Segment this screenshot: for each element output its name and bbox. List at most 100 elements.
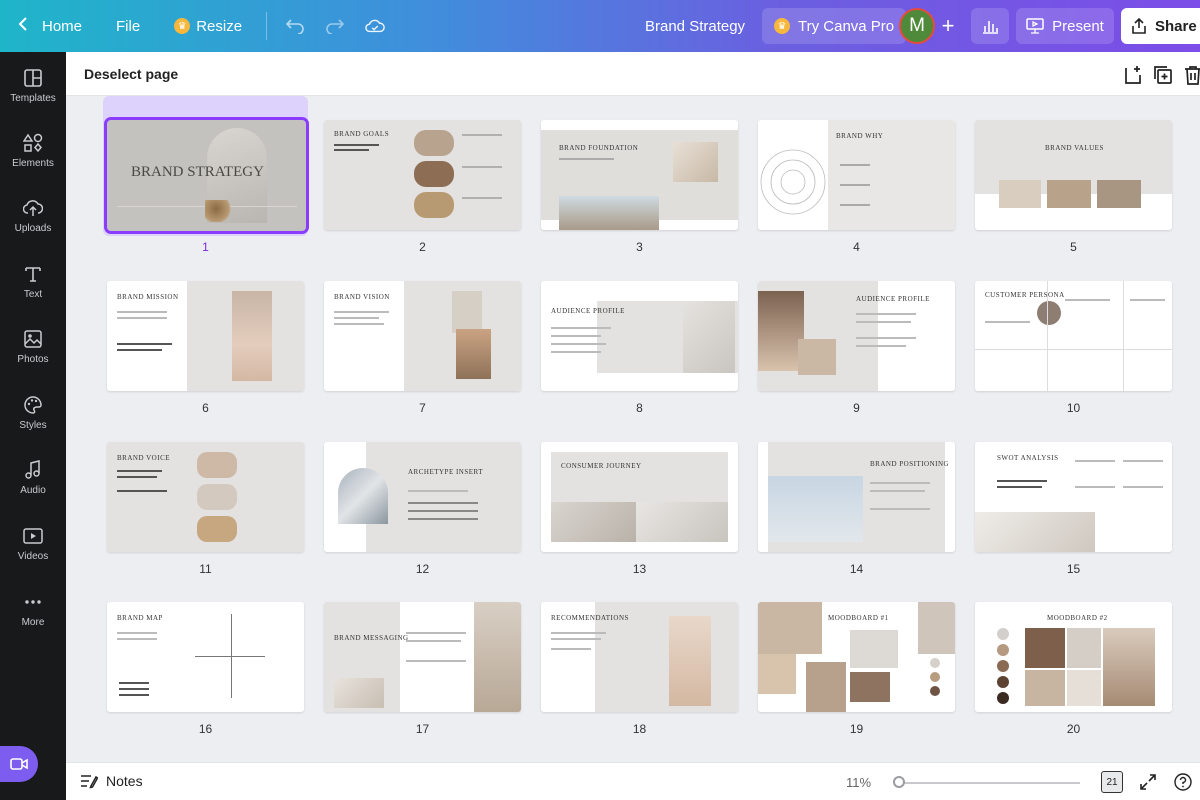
page-thumbnail-11[interactable]: BRAND VOICE 11 [103,418,308,576]
page-title: BRAND FOUNDATION [559,144,639,152]
redo-icon [326,19,345,34]
page-thumbnail-9[interactable]: AUDIENCE PROFILE 9 [754,257,959,415]
home-button[interactable]: Home [0,0,92,52]
audio-icon [25,460,40,479]
page-thumbnail-10[interactable]: CUSTOMER PERSONA 10 [971,257,1176,415]
page-thumbnail-17[interactable]: BRAND MESSAGING 17 [320,578,525,736]
page-thumbnail-6[interactable]: BRAND MISSION 6 [103,257,308,415]
page-number: 15 [1066,562,1081,576]
file-menu[interactable]: File [106,0,150,52]
page-preview: SWOT ANALYSIS [975,442,1172,552]
sidebar-item-label: Styles [19,420,47,431]
page-thumbnail-4[interactable]: BRAND WHY 4 [754,96,959,254]
redo-button[interactable] [315,0,355,52]
page-title: BRAND STRATEGY [131,164,264,180]
page-title: BRAND POSITIONING [870,460,950,468]
deselect-page-button[interactable]: Deselect page [84,66,178,82]
sidebar-item-audio[interactable]: Audio [0,460,66,496]
zoom-slider-handle[interactable] [893,776,905,788]
page-title: RECOMMENDATIONS [551,614,629,622]
sidebar-item-more[interactable]: More [0,592,66,628]
record-video-button[interactable] [0,746,38,782]
delete-page-icon[interactable] [1182,64,1200,86]
page-number: 10 [1066,401,1081,415]
page-thumbnail-16[interactable]: BRAND MAP 16 [103,578,308,736]
help-icon[interactable] [1174,773,1192,791]
resize-button[interactable]: ♛ Resize [164,0,252,52]
sidebar-item-uploads[interactable]: Uploads [0,198,66,234]
page-thumbnail-13[interactable]: CONSUMER JOURNEY 13 [537,418,742,576]
add-page-icon[interactable] [1122,64,1144,86]
page-title: CONSUMER JOURNEY [561,462,642,470]
page-preview: BRAND POSITIONING [758,442,955,552]
page-preview: AUDIENCE PROFILE [758,281,955,391]
video-camera-icon [10,758,28,770]
page-number: 19 [849,722,864,736]
page-preview: BRAND VOICE [107,442,304,552]
try-pro-label: Try Canva Pro [798,17,895,35]
sidebar-item-videos[interactable]: Videos [0,526,66,562]
chevron-left-icon [18,17,28,35]
sidebar-item-label: Videos [17,551,49,562]
page-thumbnail-5[interactable]: BRAND VALUES 5 [971,96,1176,254]
notes-icon [81,775,98,789]
document-title[interactable]: Brand Strategy [645,0,745,52]
page-title: ARCHETYPE INSERT [408,468,484,476]
cloud-check-icon [365,19,385,33]
zoom-slider-track[interactable] [898,782,1080,784]
page-thumbnail-15[interactable]: SWOT ANALYSIS 15 [971,418,1176,576]
page-title: BRAND MESSAGING [334,634,409,642]
cloud-saved-button[interactable] [355,0,395,52]
page-thumbnail-2[interactable]: BRAND GOALS 2 [320,96,525,254]
page-preview: BRAND FOUNDATION [541,120,738,230]
undo-icon [285,19,304,34]
page-thumbnail-19[interactable]: MOODBOARD #1 19 [754,578,959,736]
add-collaborator-button[interactable]: + [934,12,962,40]
page-title: BRAND MISSION [117,293,179,301]
page-thumbnail-20[interactable]: MOODBOARD #2 20 [971,578,1176,736]
page-grid: BRAND STRATEGY 1 BRAND GOALS 2 BRAND FOU… [66,96,1200,762]
insights-button[interactable] [971,8,1009,44]
page-preview: CONSUMER JOURNEY [541,442,738,552]
page-thumbnail-1[interactable]: BRAND STRATEGY 1 [103,96,309,254]
duplicate-page-icon[interactable] [1152,64,1174,86]
undo-button[interactable] [275,0,315,52]
sidebar-item-styles[interactable]: Styles [0,395,66,431]
page-preview: BRAND MAP [107,602,304,712]
page-number: 12 [415,562,430,576]
page-title: CUSTOMER PERSONA [985,291,1065,299]
notes-button[interactable]: Notes [80,773,143,789]
page-number: 2 [419,240,426,254]
page-preview: ARCHETYPE INSERT [324,442,521,552]
page-preview: BRAND GOALS [324,120,521,230]
fullscreen-icon[interactable] [1139,773,1157,791]
try-pro-button[interactable]: ♛ Try Canva Pro [762,8,907,44]
page-thumbnail-7[interactable]: BRAND VISION 7 [320,257,525,415]
page-thumbnail-18[interactable]: RECOMMENDATIONS 18 [537,578,742,736]
page-thumbnail-14[interactable]: BRAND POSITIONING 14 [754,418,959,576]
zoom-level[interactable]: 11% [846,775,871,790]
page-number: 11 [199,562,212,576]
sidebar-item-photos[interactable]: Photos [0,329,66,365]
sidebar-item-elements[interactable]: Elements [0,133,66,169]
plus-icon: + [941,13,955,38]
page-title: BRAND MAP [117,614,163,622]
uploads-icon [23,200,43,216]
page-preview: BRAND MESSAGING [324,602,521,712]
page-number: 1 [202,240,209,254]
present-button[interactable]: Present [1016,8,1114,44]
sidebar-item-text[interactable]: Text [0,264,66,300]
share-label: Share [1155,17,1197,35]
page-thumbnail-3[interactable]: BRAND FOUNDATION 3 [537,96,742,254]
page-thumbnail-12[interactable]: ARCHETYPE INSERT 12 [320,418,525,576]
page-number: 5 [1070,240,1077,254]
page-count-button[interactable]: 21 [1101,771,1123,793]
avatar[interactable]: M [899,8,935,44]
page-preview: MOODBOARD #2 [975,602,1172,712]
share-button[interactable]: Share [1121,8,1200,44]
bottom-bar: Notes 11% 21 [66,762,1200,800]
sidebar-item-templates[interactable]: Templates [0,68,66,104]
present-label: Present [1052,17,1104,35]
page-thumbnail-8[interactable]: AUDIENCE PROFILE 8 [537,257,742,415]
page-number: 14 [849,562,864,576]
